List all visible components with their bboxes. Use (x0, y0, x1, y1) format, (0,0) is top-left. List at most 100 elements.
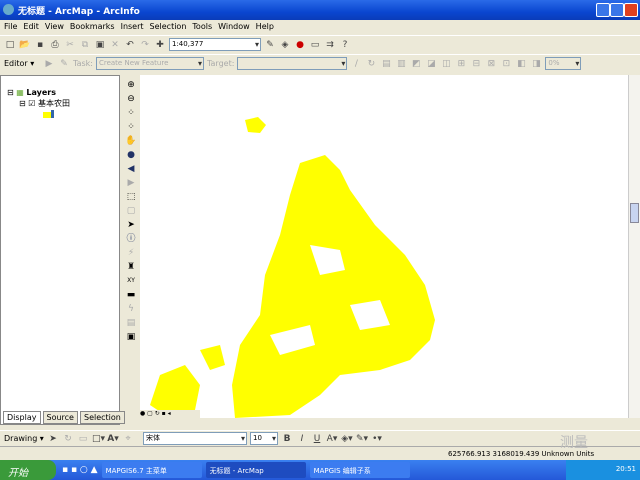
font-size-combo[interactable]: 10 (250, 432, 278, 445)
paste-icon[interactable]: ▣ (94, 39, 106, 51)
task-combo[interactable]: Create New Feature (95, 57, 204, 70)
model-builder-icon[interactable]: ⇉ (324, 39, 336, 51)
arcmap-icon (3, 4, 14, 15)
quick-launch-icons[interactable]: ▪ ▪ ○ ▲ (62, 465, 98, 475)
split-icon[interactable]: / (350, 58, 362, 70)
menu-insert[interactable]: Insert (121, 22, 144, 31)
menu-view[interactable]: View (45, 22, 64, 31)
italic-button[interactable]: I (296, 433, 308, 445)
transparency-combo[interactable]: 0% (545, 57, 582, 70)
start-button[interactable]: 开始 (0, 460, 56, 480)
arccatalog-icon[interactable]: ◈ (279, 39, 291, 51)
rectangle-icon[interactable]: □▾ (92, 433, 105, 445)
edit-vertices-icon[interactable]: ⌖ (122, 433, 134, 445)
zoom-in-icon[interactable]: ⊕ (125, 79, 137, 91)
menu-window[interactable]: Window (218, 22, 250, 31)
layout-view-buttons[interactable]: ● ▢ ↻ ▪ ◂ (140, 410, 200, 420)
font-combo[interactable]: 宋体 (143, 432, 247, 445)
edit-tool-icon[interactable]: ▶ (43, 58, 55, 70)
identify-icon[interactable]: ⓘ (125, 233, 137, 245)
print-icon[interactable]: ⎙ (49, 39, 61, 51)
zoom-out-icon[interactable]: ⊖ (125, 93, 137, 105)
clear-selection-icon[interactable]: ▢ (125, 205, 137, 217)
vertical-scrollbar[interactable] (628, 75, 640, 418)
rotate-icon[interactable]: ↻ (62, 433, 74, 445)
toc-root[interactable]: ⊟ ▦ Layers (1, 76, 119, 97)
menu-edit[interactable]: Edit (23, 22, 39, 31)
sketch-tool-icon[interactable]: ✎ (58, 58, 70, 70)
topology3-icon[interactable]: ⊠ (485, 58, 497, 70)
underline-button[interactable]: U (311, 433, 323, 445)
back-icon[interactable]: ◀ (125, 163, 137, 175)
viewer-icon[interactable]: ▣ (125, 331, 137, 343)
tab-display[interactable]: Display (3, 411, 41, 424)
menu-help[interactable]: Help (256, 22, 274, 31)
command-line-icon[interactable]: ▭ (309, 39, 321, 51)
pan-icon[interactable]: ✋ (125, 135, 137, 147)
tab-selection[interactable]: Selection (79, 411, 125, 424)
georef3-icon[interactable]: ◫ (440, 58, 452, 70)
scroll-thumb[interactable] (630, 203, 639, 223)
open-icon[interactable]: 📂 (19, 39, 31, 51)
copy-icon[interactable]: ⧉ (79, 39, 91, 51)
georef2-icon[interactable]: ◪ (425, 58, 437, 70)
delete-icon[interactable]: ✕ (109, 39, 121, 51)
effects2-icon[interactable]: ◨ (530, 58, 542, 70)
measure-icon[interactable]: ▬ (125, 289, 137, 301)
full-extent-icon[interactable]: ● (125, 149, 137, 161)
forward-icon[interactable]: ▶ (125, 177, 137, 189)
topology2-icon[interactable]: ⊟ (470, 58, 482, 70)
marker-color-icon[interactable]: •▾ (371, 433, 383, 445)
menu-bookmarks[interactable]: Bookmarks (70, 22, 115, 31)
fixed-zoom-out-icon[interactable]: ⁘ (125, 121, 137, 133)
hyperlink-icon[interactable]: ⚡ (125, 247, 137, 259)
callout-icon[interactable]: ▭ (77, 433, 89, 445)
task-mapgis-edit[interactable]: MAPGIS 编辑子系 (309, 462, 410, 478)
menu-file[interactable]: File (4, 22, 17, 31)
target-combo[interactable] (237, 57, 348, 70)
time-slider-icon[interactable]: ▤ (125, 317, 137, 329)
find-icon[interactable]: ♜ (125, 261, 137, 273)
attributes-icon[interactable]: ▤ (380, 58, 392, 70)
whats-this-icon[interactable]: ? (339, 39, 351, 51)
save-icon[interactable]: ▪ (34, 39, 46, 51)
add-data-icon[interactable]: ✚ (154, 39, 166, 51)
menu-tools[interactable]: Tools (192, 22, 212, 31)
drawing-menu[interactable]: Drawing ▾ (4, 434, 44, 443)
sketch-properties-icon[interactable]: ▥ (395, 58, 407, 70)
topology-icon[interactable]: ⊞ (455, 58, 467, 70)
editor-toolbar-icon[interactable]: ✎ (264, 39, 276, 51)
maximize-button[interactable] (610, 3, 624, 17)
effects-icon[interactable]: ◧ (515, 58, 527, 70)
line-color-icon[interactable]: ✎▾ (356, 433, 368, 445)
select-features-icon[interactable]: ⬚ (125, 191, 137, 203)
lightning-icon[interactable]: ϟ (125, 303, 137, 315)
go-to-xy-icon[interactable]: XY (125, 275, 137, 287)
editor-menu[interactable]: Editor ▾ (4, 59, 40, 68)
font-color-icon[interactable]: A▾ (326, 433, 338, 445)
topology4-icon[interactable]: ⊡ (500, 58, 512, 70)
close-button[interactable] (624, 3, 638, 17)
new-icon[interactable]: □ (4, 39, 16, 51)
layer-checkbox[interactable]: ☑ (28, 99, 35, 108)
redo-icon[interactable]: ↷ (139, 39, 151, 51)
toc-layer[interactable]: ⊟ ☑ 基本农田 (1, 97, 119, 109)
select-elements-icon[interactable]: ➤ (47, 433, 59, 445)
tab-source[interactable]: Source (42, 411, 78, 424)
georef-icon[interactable]: ◩ (410, 58, 422, 70)
task-mapgis-menu[interactable]: MAPGIS6.7 主菜单 (101, 462, 202, 478)
fill-color-icon[interactable]: ◈▾ (341, 433, 353, 445)
minimize-button[interactable] (596, 3, 610, 17)
select-elements-icon[interactable]: ➤ (125, 219, 137, 231)
scale-combo[interactable]: 1:40,377 (169, 38, 261, 51)
undo-icon[interactable]: ↶ (124, 39, 136, 51)
rotate-icon[interactable]: ↻ (365, 58, 377, 70)
bold-button[interactable]: B (281, 433, 293, 445)
cut-icon[interactable]: ✂ (64, 39, 76, 51)
menu-selection[interactable]: Selection (150, 22, 187, 31)
text-icon[interactable]: A▾ (107, 433, 119, 445)
map-view[interactable]: ● ▢ ↻ ▪ ◂ (140, 75, 628, 420)
arctoolbox-icon[interactable]: ● (294, 39, 306, 51)
fixed-zoom-in-icon[interactable]: ⁘ (125, 107, 137, 119)
task-arcmap[interactable]: 无标题 - ArcMap (205, 462, 306, 478)
